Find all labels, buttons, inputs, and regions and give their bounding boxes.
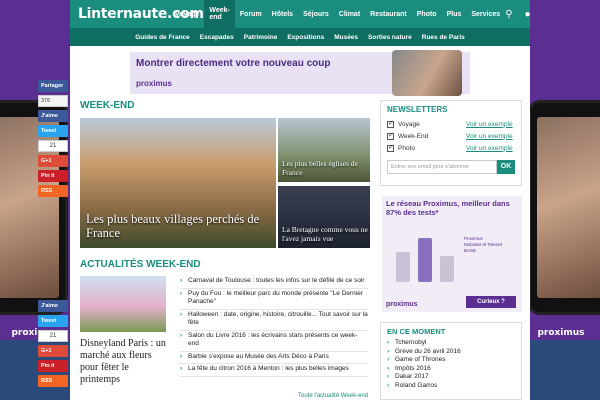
newsletter-row: Week-End Voir un exemple	[387, 130, 515, 142]
subnav-guides[interactable]: Guides de France	[135, 34, 190, 41]
banner-ad-image	[392, 50, 462, 96]
pinterest-button[interactable]: Pin it	[38, 360, 68, 372]
news-item[interactable]: Carnaval de Toulouse : toutes les infos …	[180, 276, 368, 289]
user-icon[interactable]: ●	[525, 9, 531, 20]
news-item[interactable]: La fête du citron 2016 à Menton : les pl…	[180, 364, 368, 377]
tweet-count: 21	[38, 140, 68, 152]
side-ad-chart	[396, 232, 458, 282]
nav-sejours[interactable]: Séjours	[298, 0, 334, 28]
disneyland-caption[interactable]: Disneyland Paris : un marché aux fleurs …	[80, 338, 170, 386]
banner-ad[interactable]: Montrer directement votre nouveau coup p…	[130, 50, 470, 96]
churches-caption: Les plus belles églises de France	[282, 159, 358, 177]
tweet-button[interactable]: Tweet	[38, 315, 68, 327]
site-logo[interactable]: Linternaute.com	[78, 6, 204, 22]
newsletter-title: NEWSLETTERS	[387, 105, 448, 114]
facebook-like-button[interactable]: J'aime	[38, 300, 68, 312]
moment-item[interactable]: Grève du 26 avril 2016	[387, 348, 515, 357]
site-container: Linternaute.com Voyage Week-end Forum Hô…	[70, 0, 531, 400]
example-link[interactable]: Voir un exemple	[466, 133, 513, 140]
moment-item[interactable]: Game of Thrones	[387, 356, 515, 365]
newsletter-row: Photo Voir un exemple	[387, 142, 515, 154]
news-section-title[interactable]: ACTUALITÉS WEEK-END	[80, 259, 201, 270]
like-count: 376	[38, 95, 68, 107]
tweet-button[interactable]: Tweet	[38, 125, 68, 137]
nav-services[interactable]: Services	[466, 0, 505, 28]
news-item[interactable]: Halloween : date, origine, histoire, cit…	[180, 310, 368, 331]
hero-caption: Les plus beaux villages perchés de Franc…	[86, 212, 260, 240]
tweet-count: 21	[38, 330, 68, 342]
facebook-share-button[interactable]: Partager	[38, 80, 68, 92]
example-link[interactable]: Voir un exemple	[466, 121, 513, 128]
google-plus-button[interactable]: G+1	[38, 345, 68, 357]
phone-image	[528, 100, 600, 315]
bretagne-caption: La Bretagne comme vous ne l'avez jamais …	[282, 225, 368, 243]
newsletter-box: NEWSLETTERS Voyage Voir un exemple Week-…	[380, 100, 522, 186]
all-news-link[interactable]: Toute l'actualité Week-end	[298, 393, 368, 399]
nav-photo[interactable]: Photo	[412, 0, 442, 28]
nav-week-end[interactable]: Week-end	[204, 0, 235, 28]
subnav-escapades[interactable]: Escapades	[200, 34, 234, 41]
side-ad-brand: proximus	[386, 301, 418, 308]
subnav-rues-de-paris[interactable]: Rues de Paris	[422, 34, 465, 41]
nav-plus[interactable]: Plus	[442, 0, 467, 28]
side-ad-title: Le réseau Proximus, meilleur dans 87% de…	[386, 199, 510, 217]
wing-brand: proximus	[537, 328, 585, 338]
checkbox-voyage[interactable]	[387, 119, 394, 128]
share-bar-bottom: J'aime Tweet 21 G+1 Pin it RSS	[38, 300, 68, 390]
moment-title: EN CE MOMENT	[387, 327, 446, 336]
sub-navbar: Guides de France Escapades Patrimoine Ex…	[70, 28, 530, 46]
banner-ad-brand: proximus	[136, 79, 173, 88]
right-ad-wing[interactable]: proximus	[522, 0, 600, 400]
proximus-side-ad[interactable]: Le réseau Proximus, meilleur dans 87% de…	[382, 196, 522, 312]
moment-item[interactable]: Tchernobyl	[387, 339, 515, 348]
weekend-section-title[interactable]: WEEK-END	[80, 100, 134, 111]
hero-villages-card[interactable]: Les plus beaux villages perchés de Franc…	[80, 118, 276, 248]
rss-button[interactable]: RSS	[38, 375, 68, 387]
rss-button[interactable]: RSS	[38, 185, 68, 197]
news-item[interactable]: Puy du Fou : le meilleur parc du monde p…	[180, 289, 368, 310]
newsletter-row: Voyage Voir un exemple	[387, 118, 515, 130]
subnav-expositions[interactable]: Expositions	[287, 34, 324, 41]
checkbox-week-end[interactable]	[387, 131, 394, 140]
churches-card[interactable]: Les plus belles églises de France	[278, 118, 370, 182]
news-list: Carnaval de Toulouse : toutes les infos …	[180, 276, 368, 377]
main-nav: Voyage Week-end Forum Hôtels Séjours Cli…	[170, 0, 505, 28]
nav-restaurant[interactable]: Restaurant	[365, 0, 412, 28]
top-navbar: Linternaute.com Voyage Week-end Forum Hô…	[70, 0, 531, 28]
checkbox-photo[interactable]	[387, 143, 394, 152]
moment-item[interactable]: Roland Garros	[387, 382, 515, 391]
newsletter-email-field[interactable]: Entrer son email pour s'abonner	[387, 160, 497, 174]
bretagne-card[interactable]: La Bretagne comme vous ne l'avez jamais …	[278, 186, 370, 248]
curious-button[interactable]: Curieux ?	[466, 296, 516, 308]
nav-hotels[interactable]: Hôtels	[267, 0, 298, 28]
search-icon[interactable]: ⚲	[505, 9, 512, 20]
en-ce-moment-box: EN CE MOMENT Tchernobyl Grève du 26 avri…	[380, 322, 522, 400]
subnav-patrimoine[interactable]: Patrimoine	[244, 34, 278, 41]
subnav-musees[interactable]: Musées	[334, 34, 358, 41]
disneyland-image[interactable]	[80, 276, 166, 332]
nav-forum[interactable]: Forum	[235, 0, 267, 28]
moment-item[interactable]: Impôts 2016	[387, 365, 515, 374]
nav-climat[interactable]: Climat	[334, 0, 365, 28]
example-link[interactable]: Voir un exemple	[466, 145, 513, 152]
pinterest-button[interactable]: Pin it	[38, 170, 68, 182]
subnav-sorties-nature[interactable]: Sorties nature	[368, 34, 412, 41]
newsletter-ok-button[interactable]: OK	[497, 160, 515, 174]
nav-voyage[interactable]: Voyage	[170, 0, 204, 28]
share-bar-top: Partager 376 J'aime Tweet 21 G+1 Pin it …	[38, 80, 68, 200]
banner-ad-text: Montrer directement votre nouveau coup	[136, 58, 331, 69]
moment-item[interactable]: Dakar 2017	[387, 373, 515, 382]
facebook-like-button[interactable]: J'aime	[38, 110, 68, 122]
news-item[interactable]: Salon du Livre 2016 : les écrivains star…	[180, 331, 368, 352]
side-ad-legend: Proximus Mobistar et Telenet BASE	[464, 236, 502, 253]
google-plus-button[interactable]: G+1	[38, 155, 68, 167]
news-item[interactable]: Barbie s'expose au Musée des Arts Déco à…	[180, 352, 368, 364]
